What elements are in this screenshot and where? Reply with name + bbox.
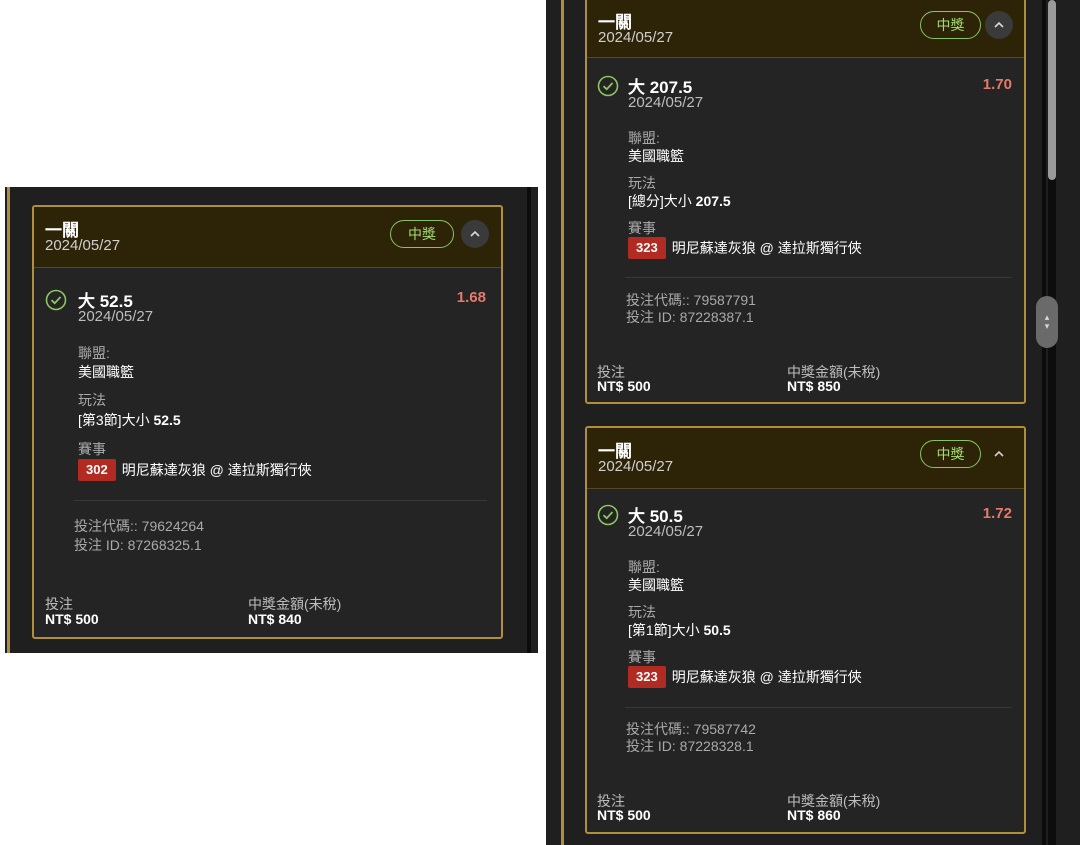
event-label: 賽事 bbox=[628, 220, 656, 236]
check-circle-icon bbox=[45, 289, 67, 311]
card-header[interactable]: 一關 2024/05/27 中獎 bbox=[34, 207, 501, 268]
chevron-up-icon[interactable] bbox=[985, 11, 1013, 39]
drag-handle-icon[interactable]: ▴ ▾ bbox=[1036, 296, 1058, 348]
odds-value: 1.72 bbox=[982, 505, 1012, 522]
play-type: [第3節]大小 bbox=[78, 412, 150, 428]
event-label: 賽事 bbox=[78, 441, 106, 457]
play-line: 52.5 bbox=[153, 412, 181, 428]
play-value: [第3節]大小 52.5 bbox=[78, 410, 181, 430]
play-label: 玩法 bbox=[628, 604, 656, 620]
bet-id: 投注 ID: 87268325.1 bbox=[74, 537, 202, 553]
check-circle-icon bbox=[597, 75, 619, 97]
win-status-badge: 中獎 bbox=[390, 220, 454, 248]
event-number-tag: 323 bbox=[628, 666, 666, 688]
payout-value: NT$ 840 bbox=[248, 611, 302, 627]
card-header[interactable]: 一關 2024/05/27 中獎 bbox=[587, 0, 1024, 58]
event-number-tag: 323 bbox=[628, 237, 666, 259]
bet-panel-left: 一關 2024/05/27 中獎 大 52.5 2024/05/27 1.68 … bbox=[5, 187, 538, 653]
divider bbox=[625, 277, 1012, 278]
stake-value: NT$ 500 bbox=[597, 807, 651, 823]
payout-value: NT$ 860 bbox=[787, 807, 841, 823]
league-value: 美國職籃 bbox=[78, 364, 134, 380]
event-label: 賽事 bbox=[628, 649, 656, 665]
event-name: 明尼蘇達灰狼 @ 達拉斯獨行俠 bbox=[671, 669, 862, 685]
stake-value: NT$ 500 bbox=[597, 378, 651, 394]
chevron-up-icon[interactable] bbox=[461, 220, 489, 248]
league-label: 聯盟: bbox=[628, 559, 660, 575]
selection-date: 2024/05/27 bbox=[628, 94, 704, 111]
event-row: 323 明尼蘇達灰狼 @ 達拉斯獨行俠 bbox=[628, 666, 862, 688]
league-label: 聯盟: bbox=[78, 345, 110, 361]
play-type: [總分]大小 bbox=[628, 193, 692, 209]
check-circle-icon bbox=[597, 504, 619, 526]
win-status-badge: 中獎 bbox=[920, 440, 981, 468]
selection-date: 2024/05/27 bbox=[78, 308, 154, 325]
league-value: 美國職籃 bbox=[628, 148, 684, 164]
bet-id: 投注 ID: 87228328.1 bbox=[626, 738, 754, 754]
odds-value: 1.70 bbox=[982, 76, 1012, 93]
play-line: 207.5 bbox=[695, 193, 731, 209]
bet-id: 投注 ID: 87228387.1 bbox=[626, 309, 754, 325]
bet-date: 2024/05/27 bbox=[598, 458, 674, 475]
chevron-up-icon[interactable] bbox=[985, 440, 1013, 468]
scrollbar-track[interactable] bbox=[1048, 0, 1056, 845]
card-header[interactable]: 一關 2024/05/27 中獎 bbox=[587, 428, 1024, 489]
panel-rail bbox=[561, 0, 564, 845]
play-value: [總分]大小 207.5 bbox=[628, 191, 731, 211]
event-row: 323 明尼蘇達灰狼 @ 達拉斯獨行俠 bbox=[628, 237, 862, 259]
league-label: 聯盟: bbox=[628, 130, 660, 146]
play-label: 玩法 bbox=[78, 392, 106, 408]
bet-panel-right: 一關 2024/05/27 中獎 大 207.5 2024/05/27 1.70… bbox=[546, 0, 1080, 845]
divider bbox=[74, 500, 487, 501]
bet-code: 投注代碼:: 79624264 bbox=[74, 518, 204, 534]
stake-value: NT$ 500 bbox=[45, 611, 99, 627]
play-label: 玩法 bbox=[628, 175, 656, 191]
payout-value: NT$ 850 bbox=[787, 378, 841, 394]
bet-card: 一關 2024/05/27 中獎 大 52.5 2024/05/27 1.68 … bbox=[32, 205, 503, 639]
bet-date: 2024/05/27 bbox=[598, 29, 674, 46]
win-status-badge: 中獎 bbox=[920, 11, 981, 39]
handle-down-arrow: ▾ bbox=[1044, 321, 1050, 331]
bet-card: 一關 2024/05/27 中獎 大 50.5 2024/05/27 1.72 … bbox=[585, 426, 1026, 834]
bet-card: 一關 2024/05/27 中獎 大 207.5 2024/05/27 1.70… bbox=[585, 0, 1026, 404]
event-name: 明尼蘇達灰狼 @ 達拉斯獨行俠 bbox=[671, 240, 862, 256]
event-row: 302 明尼蘇達灰狼 @ 達拉斯獨行俠 bbox=[78, 459, 312, 481]
bet-date: 2024/05/27 bbox=[45, 237, 121, 254]
scrollbar-thumb[interactable] bbox=[1048, 0, 1056, 180]
selection-date: 2024/05/27 bbox=[628, 523, 704, 540]
odds-value: 1.68 bbox=[456, 289, 486, 306]
divider bbox=[625, 707, 1012, 708]
play-type: [第1節]大小 bbox=[628, 622, 700, 638]
play-line: 50.5 bbox=[703, 622, 731, 638]
event-name: 明尼蘇達灰狼 @ 達拉斯獨行俠 bbox=[121, 462, 312, 478]
play-value: [第1節]大小 50.5 bbox=[628, 620, 731, 640]
league-value: 美國職籃 bbox=[628, 577, 684, 593]
panel-rail-dark bbox=[1042, 0, 1046, 845]
event-number-tag: 302 bbox=[78, 459, 116, 481]
